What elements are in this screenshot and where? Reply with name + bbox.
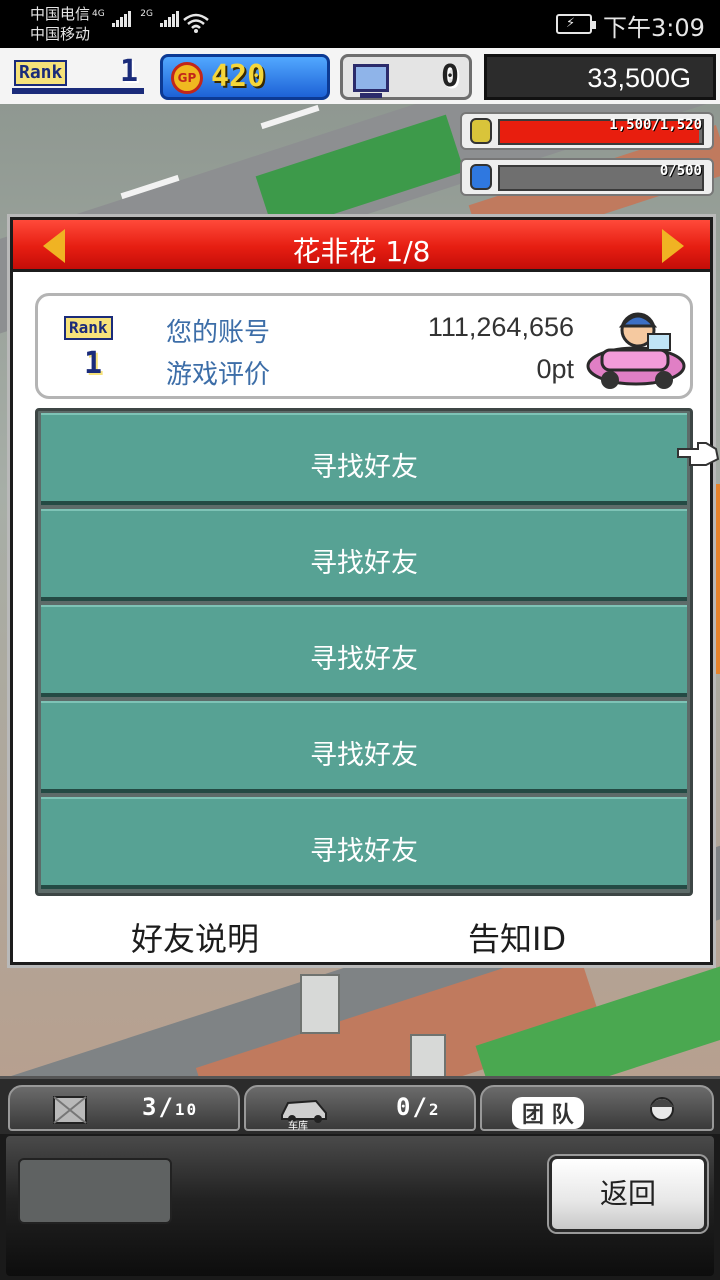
rank-value: 1	[119, 54, 138, 89]
friend-panel: 花非花 1/8 Rank 1 您的账号 111,264,656 游戏评价 0pt…	[10, 217, 713, 965]
money-value: 33,500G	[587, 63, 691, 93]
friend-help-link[interactable]: 好友说明	[131, 914, 259, 960]
tab-team[interactable]: 团 队	[480, 1085, 714, 1131]
friend-slot-1[interactable]: 寻找好友	[41, 413, 687, 505]
panel-title: 花非花 1/8	[292, 235, 431, 268]
rank-indicator[interactable]: Rank 1	[10, 54, 146, 98]
carrier-1-network: 4G	[92, 9, 105, 19]
account-value: 111,264,656	[427, 312, 574, 342]
friend-slot-2[interactable]: 寻找好友	[41, 509, 687, 601]
computer-value: 0	[440, 59, 459, 94]
rank-progress-bar	[12, 88, 144, 94]
gp-counter[interactable]: GP 420	[160, 54, 330, 100]
friend-slot-label: 寻找好友	[310, 836, 418, 867]
barrel-icon	[470, 118, 492, 144]
card-rank-value: 1	[84, 346, 103, 381]
friend-slot-5[interactable]: 寻找好友	[41, 797, 687, 889]
carrier-info: 中国电信 4G 2G 中国移动	[30, 4, 182, 44]
signal-icon	[111, 7, 134, 27]
garage-label: 车库	[288, 1121, 308, 1132]
friend-slot-label: 寻找好友	[310, 644, 418, 675]
friend-list: 寻找好友 寻找好友 寻找好友 寻找好友 寻找好友	[35, 408, 693, 896]
system-status-bar: 中国电信 4G 2G 中国移动 ⚡ 下午3:09	[0, 0, 720, 48]
friend-slot-label: 寻找好友	[310, 548, 418, 579]
back-button[interactable]: 返回	[549, 1156, 707, 1232]
computer-icon	[353, 64, 389, 98]
bottom-bar: 3/10 车库 0/2 团 队 返回	[0, 1076, 720, 1280]
rating-value: 0pt	[536, 354, 574, 384]
bottom-tabs: 3/10 车库 0/2 团 队	[0, 1076, 720, 1134]
carrier-1-name: 中国电信	[30, 5, 91, 23]
friend-slot-4[interactable]: 寻找好友	[41, 701, 687, 793]
resource-bar-battery: 0/500	[460, 158, 714, 196]
gp-value: 420	[211, 59, 266, 94]
tab-garage[interactable]: 车库 0/2	[244, 1085, 476, 1132]
computer-counter[interactable]: 0	[340, 54, 472, 100]
carrier-2-network: 2G	[140, 9, 153, 19]
friend-slot-label: 寻找好友	[310, 452, 418, 483]
rating-label: 游戏评价	[166, 360, 271, 390]
player-info-card: Rank 1 您的账号 111,264,656 游戏评价 0pt	[35, 293, 693, 399]
signal-icon	[159, 7, 182, 27]
friend-slot-3[interactable]: 寻找好友	[41, 605, 687, 697]
battery-charging-icon: ⚡	[556, 14, 596, 34]
map-pillar	[410, 1034, 446, 1080]
clock: 下午3:09	[603, 14, 705, 42]
staff-portrait-icon	[650, 1097, 674, 1121]
tab-items[interactable]: 3/10	[8, 1085, 240, 1131]
account-label: 您的账号	[166, 318, 271, 348]
money-display[interactable]: 33,500G	[484, 54, 716, 100]
car-avatar-icon	[586, 312, 686, 389]
resource-bar-fuel: 1,500/1,520	[460, 112, 714, 150]
empty-slot-button[interactable]	[18, 1158, 172, 1224]
resource-2-text: 0/500	[659, 163, 702, 179]
items-count: 3/10	[142, 1093, 199, 1121]
game-hud: Rank 1 GP 420 0 33,500G	[0, 48, 720, 104]
panel-header: 花非花 1/8	[13, 220, 710, 272]
resource-1-text: 1,500/1,520	[609, 117, 702, 133]
battery-icon	[470, 164, 492, 190]
next-page-arrow-icon[interactable]	[662, 229, 684, 263]
road-stripe	[260, 104, 320, 130]
gp-coin-icon: GP	[171, 62, 203, 94]
card-rank-label: Rank	[64, 316, 113, 340]
share-id-link[interactable]: 告知ID	[468, 914, 566, 960]
wifi-icon	[183, 13, 209, 33]
map-pillar	[300, 974, 340, 1034]
friend-slot-label: 寻找好友	[310, 740, 418, 771]
carrier-2-name: 中国移动	[30, 25, 91, 43]
team-label: 团 队	[512, 1097, 584, 1129]
rank-label: Rank	[14, 60, 68, 86]
pointing-hand-icon	[677, 442, 720, 466]
garage-count: 0/2	[396, 1093, 441, 1121]
crate-icon	[53, 1096, 87, 1124]
